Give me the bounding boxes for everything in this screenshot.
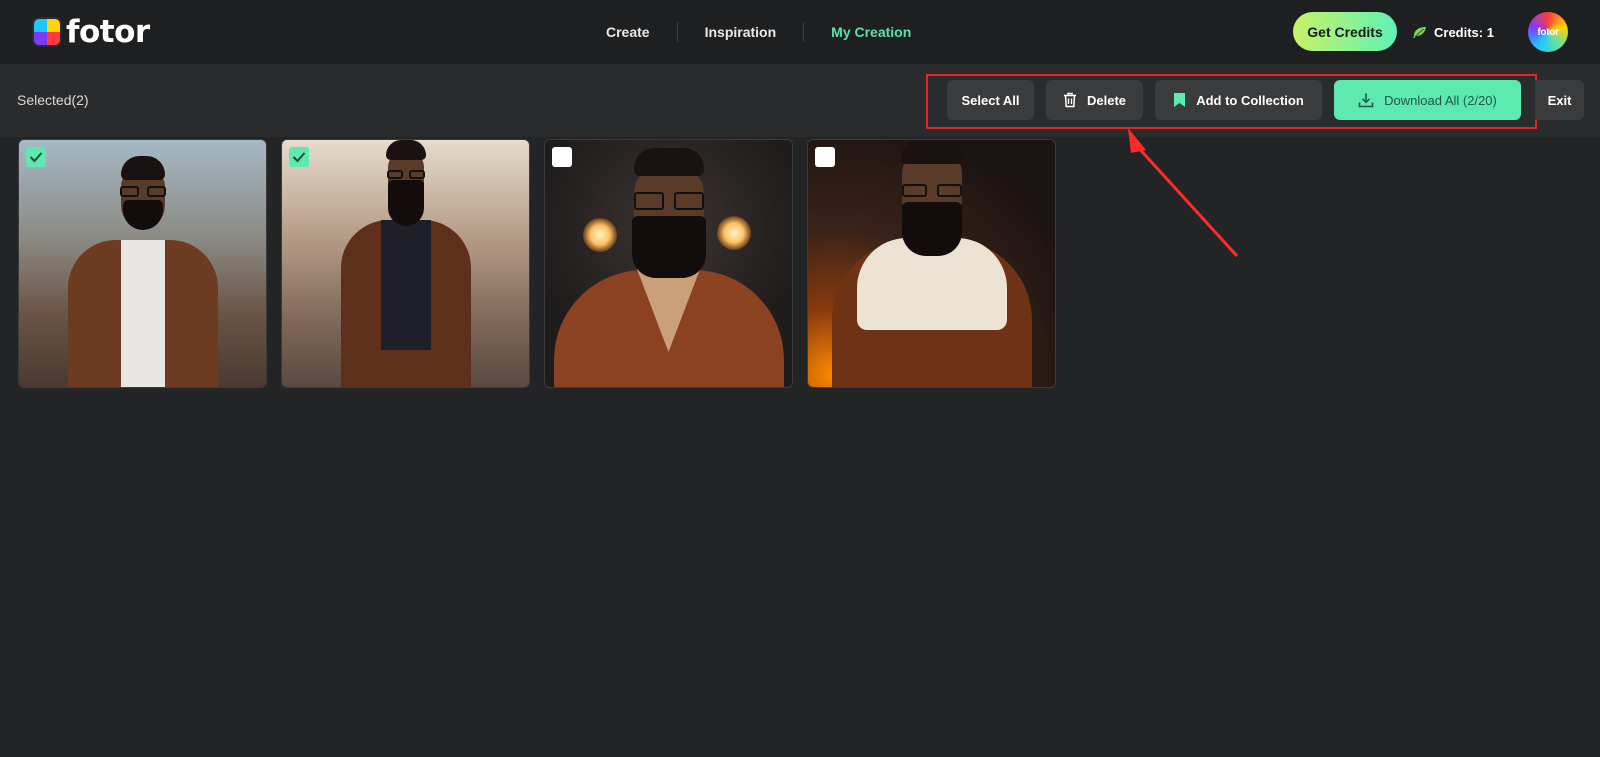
arrow-head xyxy=(1128,128,1146,153)
annotation-arrow xyxy=(1128,128,1239,258)
